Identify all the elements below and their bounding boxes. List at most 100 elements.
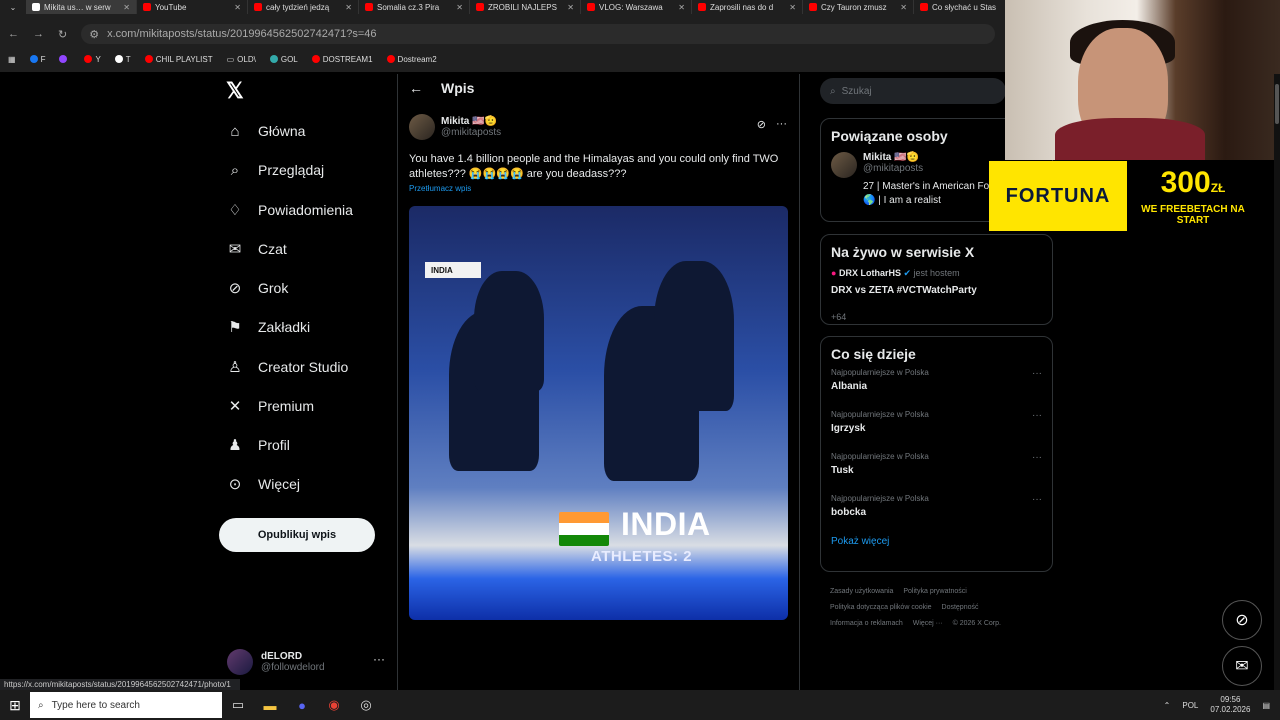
footer-link[interactable]: Więcej ··· (913, 620, 943, 627)
more-icon[interactable]: ··· (1032, 494, 1042, 505)
trend-item[interactable]: Najpopularniejsze w Polska Igrzysk ··· (821, 404, 1052, 446)
trend-item[interactable]: Najpopularniejsze w Polska Albania ··· (821, 362, 1052, 404)
bookmark-1[interactable] (59, 55, 70, 63)
live-event-title: DRX vs ZETA #VCTWatchParty (831, 285, 977, 296)
webcam-person-shirt (1055, 118, 1205, 160)
reload-icon[interactable]: ↻ (58, 28, 67, 41)
tab-2[interactable]: cały tydzień jedzą ✕ (248, 0, 359, 14)
sidebar-item-premium[interactable]: ✕ Premium (226, 395, 314, 417)
tab-0[interactable]: Mikita us… w serw ✕ (26, 0, 137, 14)
live-icon: ● (831, 268, 837, 278)
more-icon[interactable]: ··· (776, 118, 787, 131)
publish-button[interactable]: Opublikuj wpis (219, 518, 375, 552)
clock[interactable]: 09:56 07.02.2026 (1210, 695, 1250, 715)
close-icon[interactable]: ✕ (789, 3, 796, 12)
scrollbar-thumb[interactable] (1275, 84, 1279, 124)
more-icon[interactable]: ··· (1032, 368, 1042, 379)
tray-chevron-icon[interactable]: ⌃ (1164, 701, 1171, 710)
bookmark-3[interactable]: T (114, 55, 131, 64)
tab-label: VLOG: Warszawa (599, 2, 663, 12)
tab-6[interactable]: Zaprosili nas do d ✕ (692, 0, 803, 14)
sidebar-item-grok[interactable]: ⊘ Grok (226, 277, 289, 299)
search-placeholder: Type here to search (51, 699, 140, 711)
listener-count-badge: +64 (831, 312, 847, 322)
sidebar-item-explore[interactable]: ⌕ Przeglądaj (226, 159, 324, 181)
back-icon[interactable]: ← (8, 28, 19, 40)
grok-button[interactable]: ⊘ (1222, 600, 1262, 640)
sidebar-item-creator-studio[interactable]: ♙ Creator Studio (226, 356, 348, 378)
trend-item[interactable]: Najpopularniejsze w Polska bobcka ··· (821, 488, 1052, 530)
bookmark-2[interactable]: Y (84, 55, 101, 64)
bookmark-6[interactable]: GOL (269, 54, 298, 64)
forward-icon[interactable]: → (33, 28, 44, 40)
trend-item[interactable]: Najpopularniejsze w Polska Tusk ··· (821, 446, 1052, 488)
sidebar-item-home[interactable]: ⌂ Główna (226, 120, 305, 142)
live-event[interactable]: ● DRX LotharHS ✔ jest hostem DRX vs ZETA… (821, 260, 1052, 304)
grok-icon[interactable]: ⊘ (757, 118, 766, 131)
close-icon[interactable]: ✕ (567, 3, 574, 12)
site-info-icon[interactable]: ⚙ (89, 28, 99, 41)
more-icon[interactable]: ··· (1032, 452, 1042, 463)
bookmark-label: GOL (280, 54, 298, 64)
more-icon[interactable]: ··· (1032, 410, 1042, 421)
discord-icon[interactable]: ● (286, 690, 318, 720)
chrome-icon[interactable]: ◉ (318, 690, 350, 720)
translate-link[interactable]: Przetłumacz wpis (409, 184, 789, 193)
tab-label: Czy Tauron zmusz (821, 2, 887, 12)
post-image[interactable]: INDIA INDIA ATHLETES: 2 (409, 206, 788, 620)
bookmark-7[interactable]: DOSTREAM1 (311, 55, 373, 64)
grok-icon: ⊘ (1235, 612, 1249, 629)
input-language[interactable]: POL (1182, 701, 1198, 710)
sidebar-item-notifications[interactable]: ♢ Powiadomienia (226, 199, 353, 221)
bookmark-8[interactable]: Dostream2 (386, 55, 437, 64)
tab-label: Somalia cz.3 Pira (377, 2, 440, 12)
close-icon[interactable]: ✕ (345, 3, 352, 12)
tab-1[interactable]: YouTube ✕ (137, 0, 248, 14)
author-name[interactable]: Mikita 🇺🇸🫡 (441, 116, 501, 127)
tab-7[interactable]: Czy Tauron zmusz ✕ (803, 0, 914, 14)
close-icon[interactable]: ✕ (678, 3, 685, 12)
footer-link[interactable]: Dostępność (942, 604, 979, 611)
bookmark-5[interactable]: ▭ OLD\ (227, 55, 256, 64)
notification-icon[interactable]: ▤ (1262, 701, 1270, 710)
back-arrow-icon[interactable]: ← (409, 80, 423, 96)
windows-start-icon[interactable]: ⊞ (0, 690, 30, 720)
scrollbar[interactable] (1274, 74, 1280, 690)
close-icon[interactable]: ✕ (900, 3, 907, 12)
obs-icon[interactable]: ◎ (350, 690, 382, 720)
bookmark-4[interactable]: CHIL PLAYLIST (144, 55, 213, 64)
messages-button[interactable]: ✉ (1222, 646, 1262, 686)
sidebar-item-more[interactable]: ⊙ Więcej (226, 473, 300, 495)
close-icon[interactable]: ✕ (123, 3, 130, 12)
file-explorer-icon[interactable]: ▬ (254, 690, 286, 720)
sponsor-banner: FORTUNA 300ZŁ WE FREEBETACH NA START (989, 161, 1257, 231)
url-field[interactable]: ⚙ x.com/mikitaposts/status/20199645625027… (81, 24, 995, 44)
sidebar-item-bookmarks[interactable]: ⚑ Zakładki (226, 316, 310, 338)
sidebar-item-chat[interactable]: ✉ Czat (226, 238, 287, 260)
account-switcher[interactable]: dELORD @followdelord ··· (227, 646, 387, 678)
footer-link[interactable]: Polityka prywatności (903, 588, 966, 595)
task-view-icon[interactable]: ▭ (222, 690, 254, 720)
avatar[interactable] (409, 114, 435, 140)
close-icon[interactable]: ✕ (234, 3, 241, 12)
tab-3[interactable]: Somalia cz.3 Pira ✕ (359, 0, 470, 14)
x-logo-icon[interactable]: 𝕏 (226, 80, 248, 102)
show-more-link[interactable]: Pokaż więcej (821, 530, 1052, 557)
bookmark-0[interactable]: F (29, 55, 45, 64)
tab-search-icon[interactable]: ⌄ (0, 0, 26, 14)
tab-5[interactable]: VLOG: Warszawa ✕ (581, 0, 692, 14)
footer-link[interactable]: Zasady użytkowania (830, 588, 893, 595)
twitch-icon (59, 55, 68, 63)
tab-label: YouTube (155, 2, 187, 12)
tab-4[interactable]: ZROBILI NAJLEPS ✕ (470, 0, 581, 14)
more-icon[interactable]: ··· (373, 652, 385, 666)
footer-link[interactable]: Polityka dotycząca plików cookie (830, 604, 932, 611)
taskbar-search-input[interactable]: ⌕ Type here to search (30, 692, 222, 718)
footer-link[interactable]: Informacja o reklamach (830, 620, 903, 627)
sidebar-item-profile[interactable]: ♟ Profil (226, 434, 290, 456)
author-handle[interactable]: @mikitaposts (441, 127, 501, 138)
search-input[interactable]: ⌕ Szukaj (820, 78, 1006, 104)
account-name: dELORD (261, 651, 303, 662)
close-icon[interactable]: ✕ (456, 3, 463, 12)
apps-icon[interactable]: ▦ (8, 55, 16, 64)
